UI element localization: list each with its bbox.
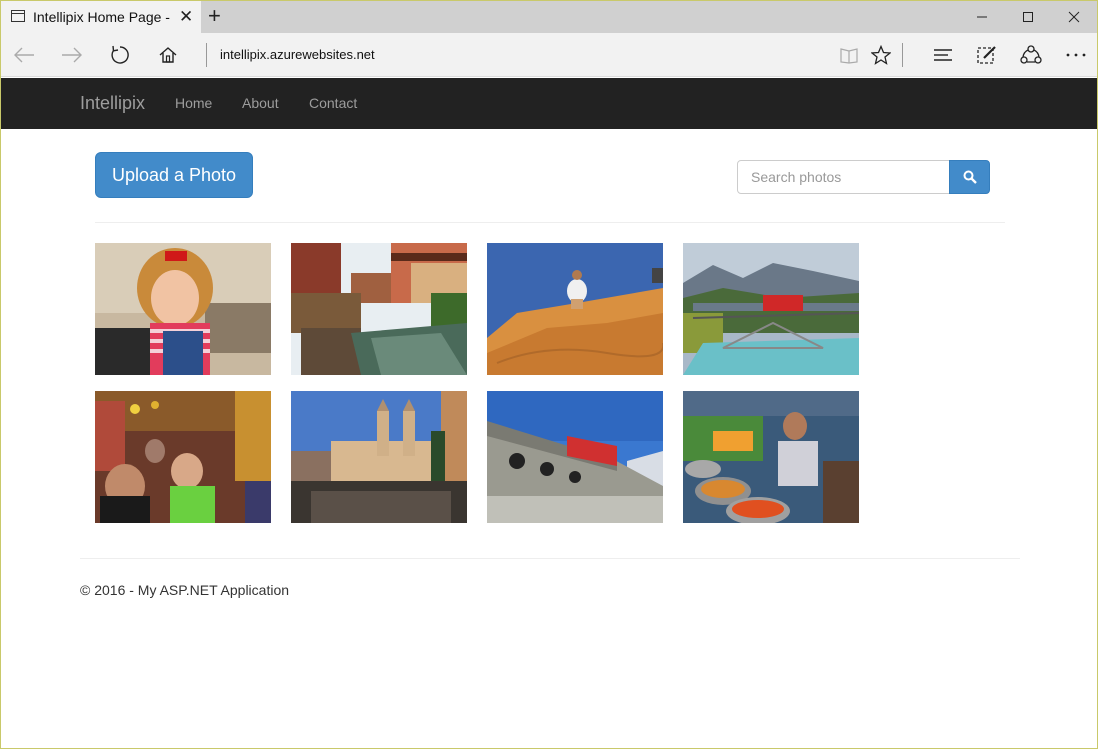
content-divider: [95, 222, 1005, 223]
url-separator: [206, 43, 207, 67]
photo-thumbnail[interactable]: [683, 243, 859, 375]
nav-contact[interactable]: Contact: [309, 95, 357, 111]
footer-divider: [80, 558, 1020, 559]
site-navbar: Intellipix Home About Contact: [1, 78, 1097, 129]
photo-thumbnail[interactable]: [291, 391, 467, 523]
nav-about[interactable]: About: [242, 95, 279, 111]
url-field[interactable]: intellipix.azurewebsites.net: [220, 47, 375, 62]
new-tab-icon[interactable]: +: [208, 5, 221, 27]
maximize-icon[interactable]: [1005, 1, 1051, 33]
page-icon: [11, 10, 25, 22]
reading-view-icon[interactable]: [834, 41, 864, 69]
photo-thumbnail[interactable]: [487, 243, 663, 375]
favorite-star-icon[interactable]: [866, 41, 896, 69]
search-button[interactable]: [949, 160, 990, 194]
tab-title: Intellipix Home Page - M: [33, 9, 170, 25]
web-note-icon[interactable]: [972, 41, 1002, 69]
photo-thumbnail[interactable]: [487, 391, 663, 523]
photo-thumbnail[interactable]: [95, 391, 271, 523]
more-icon[interactable]: [1061, 41, 1091, 69]
photo-thumbnail[interactable]: [683, 391, 859, 523]
browser-window: Intellipix Home Page - M ✕ + intellipix.…: [0, 0, 1098, 749]
brand-link[interactable]: Intellipix: [80, 93, 145, 114]
address-bar: intellipix.azurewebsites.net: [1, 33, 1097, 77]
forward-icon[interactable]: [57, 41, 87, 69]
hub-icon[interactable]: [928, 41, 958, 69]
close-icon[interactable]: ✕: [179, 7, 193, 27]
refresh-icon[interactable]: [105, 41, 135, 69]
toolbar-separator: [902, 43, 903, 67]
browser-tab[interactable]: Intellipix Home Page - M ✕: [1, 1, 201, 33]
back-icon[interactable]: [9, 41, 39, 69]
title-bar: Intellipix Home Page - M ✕ +: [1, 1, 1097, 33]
photo-thumbnail[interactable]: [95, 243, 271, 375]
footer-copyright: © 2016 - My ASP.NET Application: [80, 582, 290, 598]
close-window-icon[interactable]: [1051, 1, 1097, 33]
nav-home[interactable]: Home: [175, 95, 212, 111]
photo-thumbnail[interactable]: [291, 243, 467, 375]
search-input[interactable]: Search photos: [737, 160, 950, 194]
upload-photo-button[interactable]: Upload a Photo: [95, 152, 253, 198]
share-icon[interactable]: [1016, 41, 1046, 69]
home-icon[interactable]: [153, 41, 183, 69]
minimize-icon[interactable]: [959, 1, 1005, 33]
search-icon: [963, 170, 977, 184]
